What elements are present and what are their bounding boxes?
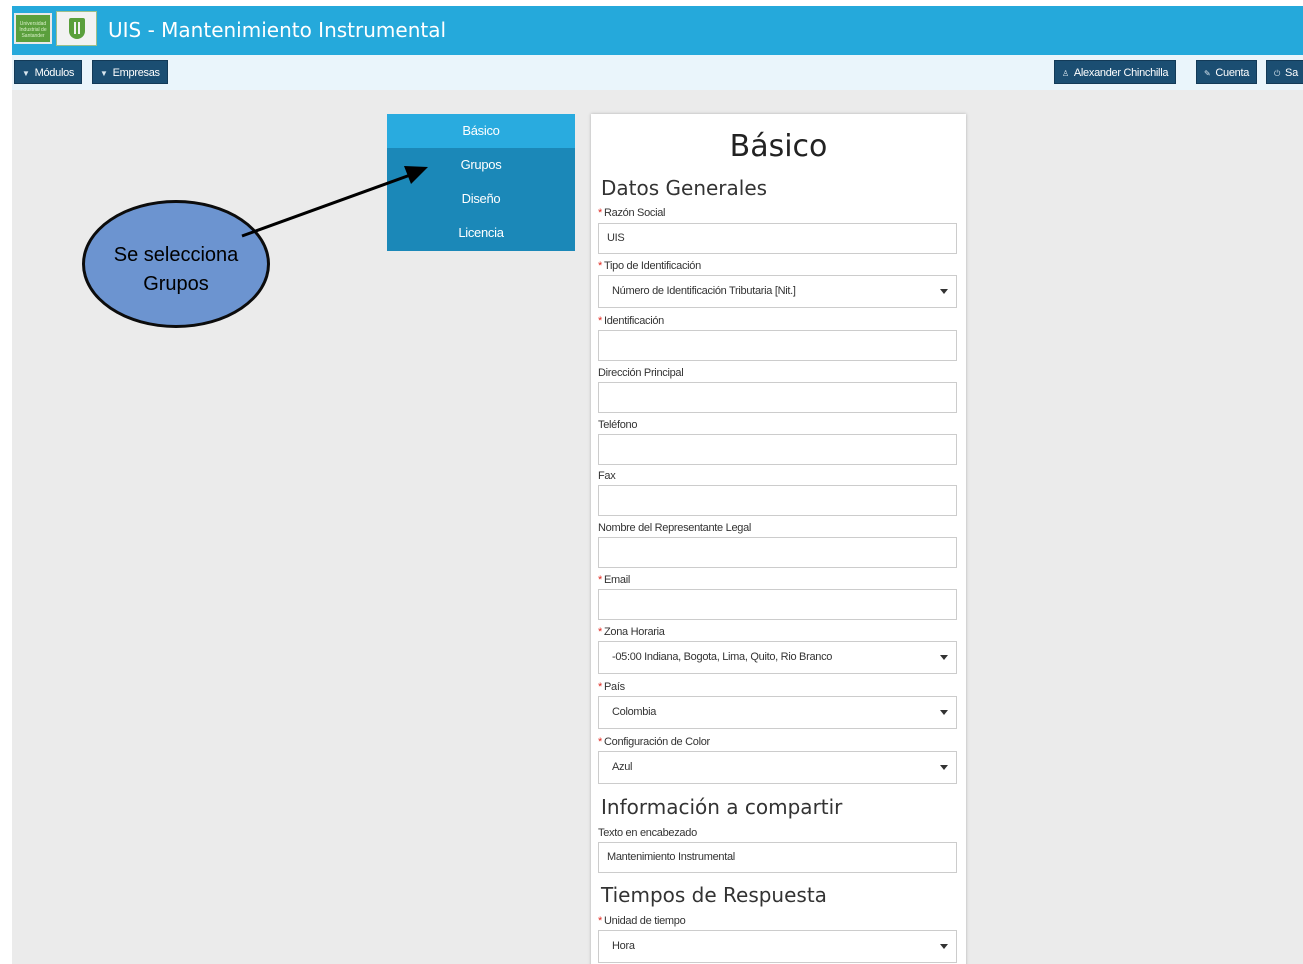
pais-label: * País [598, 680, 625, 694]
caret-down-icon [940, 655, 948, 660]
caret-down-icon [940, 289, 948, 294]
identificacion-label-text: Identificación [603, 315, 664, 327]
configuracion-color-label: * Configuración de Color [598, 735, 710, 749]
identificacion-label: * Identificación [598, 314, 664, 328]
modulos-label: Módulos [34, 67, 75, 79]
zona-horaria-label-text: Zona Horaria [603, 626, 665, 638]
required-marker: * [598, 207, 602, 219]
modulos-menu-button[interactable]: ▼ Módulos [14, 60, 83, 84]
unidad-tiempo-label-text: Unidad de tiempo [603, 915, 686, 927]
section-tiempos-respuesta: Tiempos de Respuesta [601, 883, 827, 907]
annotation-callout: Se selecciona Grupos [82, 200, 270, 328]
caret-down-icon: ▼ [100, 69, 108, 78]
texto-encabezado-input[interactable]: Mantenimiento Instrumental [598, 842, 957, 873]
tipo-identificacion-label: * Tipo de Identificación [598, 259, 701, 273]
texto-encabezado-label: Texto en encabezado [598, 827, 697, 839]
unidad-tiempo-value: Hora [612, 940, 635, 952]
basic-settings-panel: Básico Datos Generales * Razón Social UIS… [591, 114, 966, 964]
pais-label-text: País [603, 681, 625, 693]
razon-social-label: * Razón Social [598, 206, 666, 220]
caret-down-icon [940, 765, 948, 770]
required-marker: * [598, 626, 602, 638]
configuracion-color-label-text: Configuración de Color [603, 736, 710, 748]
tipo-identificacion-label-text: Tipo de Identificación [603, 260, 701, 272]
direccion-principal-label: Dirección Principal [598, 367, 684, 379]
callout-line-1: Se selecciona [113, 244, 239, 266]
user-menu-button[interactable]: ♙ Alexander Chinchilla [1054, 60, 1177, 84]
fax-label: Fax [598, 470, 616, 482]
toolbar: ▼ Módulos ▼ Empresas ♙ Alexander Chinchilla… [12, 55, 1303, 90]
cuenta-label: Cuenta [1215, 67, 1250, 79]
direccion-principal-input[interactable] [598, 382, 957, 413]
zona-horaria-value: -05:00 Indiana, Bogota, Lima, Quito, Rio… [612, 651, 833, 663]
representante-legal-input[interactable] [598, 537, 957, 568]
tipo-identificacion-select[interactable]: Número de Identificación Tributaria [Nit… [598, 275, 957, 308]
telefono-input[interactable] [598, 434, 957, 465]
salir-button[interactable]: ⏻ Sa [1266, 60, 1303, 84]
pais-select[interactable]: Colombia [598, 696, 957, 729]
caret-down-icon [940, 944, 948, 949]
cuenta-button[interactable]: ✎ Cuenta [1196, 60, 1258, 84]
app-frame: Universidad Industrial de Santander UIS … [12, 6, 1303, 964]
email-input[interactable] [598, 589, 957, 620]
required-marker: * [598, 574, 602, 586]
required-marker: * [598, 915, 602, 927]
caret-down-icon [940, 710, 948, 715]
representante-legal-label: Nombre del Representante Legal [598, 522, 752, 534]
side-menu-item-licencia[interactable]: Licencia [387, 216, 575, 250]
panel-title: Básico [729, 129, 828, 164]
app-header: Universidad Industrial de Santander UIS … [12, 6, 1303, 55]
section-datos-generales: Datos Generales [601, 176, 768, 200]
razon-social-input[interactable]: UIS [598, 223, 957, 254]
email-label-text: Email [603, 574, 630, 586]
user-name: Alexander Chinchilla [1073, 67, 1169, 79]
uis-shield-logo [56, 11, 97, 46]
shield-icon [69, 18, 85, 39]
salir-label: Sa [1285, 67, 1298, 79]
razon-social-label-text: Razón Social [603, 207, 666, 219]
side-menu-item-diseno[interactable]: Diseño [387, 182, 575, 216]
empresas-label: Empresas [112, 67, 160, 79]
required-marker: * [598, 315, 602, 327]
user-icon: ♙ [1062, 69, 1069, 78]
side-menu-item-basico[interactable]: Básico [387, 114, 575, 148]
pais-value: Colombia [612, 706, 657, 718]
zona-horaria-select[interactable]: -05:00 Indiana, Bogota, Lima, Quito, Rio… [598, 641, 957, 674]
callout-line-2: Grupos [143, 273, 209, 295]
required-marker: * [598, 260, 602, 272]
pencil-icon: ✎ [1204, 69, 1211, 78]
unidad-tiempo-select[interactable]: Hora [598, 930, 957, 963]
tipo-identificacion-value: Número de Identificación Tributaria [Nit… [612, 285, 796, 297]
settings-side-menu: Básico Grupos Diseño Licencia [387, 114, 575, 251]
telefono-label: Teléfono [598, 419, 638, 431]
section-informacion-compartir: Información a compartir [601, 795, 843, 819]
identificacion-input[interactable] [598, 330, 957, 361]
empresas-menu-button[interactable]: ▼ Empresas [92, 60, 168, 84]
power-icon: ⏻ [1274, 69, 1281, 78]
fax-input[interactable] [598, 485, 957, 516]
required-marker: * [598, 681, 602, 693]
university-logo-text: Universidad Industrial de Santander [19, 21, 47, 39]
email-label: * Email [598, 573, 630, 587]
caret-down-icon: ▼ [22, 69, 30, 78]
side-menu-item-grupos[interactable]: Grupos [387, 148, 575, 182]
app-title: UIS - Mantenimiento Instrumental [108, 18, 447, 42]
required-marker: * [598, 736, 602, 748]
unidad-tiempo-label: * Unidad de tiempo [598, 914, 686, 928]
zona-horaria-label: * Zona Horaria [598, 625, 665, 639]
university-logo: Universidad Industrial de Santander [14, 13, 52, 44]
configuracion-color-select[interactable]: Azul [598, 751, 957, 784]
configuracion-color-value: Azul [612, 761, 633, 773]
